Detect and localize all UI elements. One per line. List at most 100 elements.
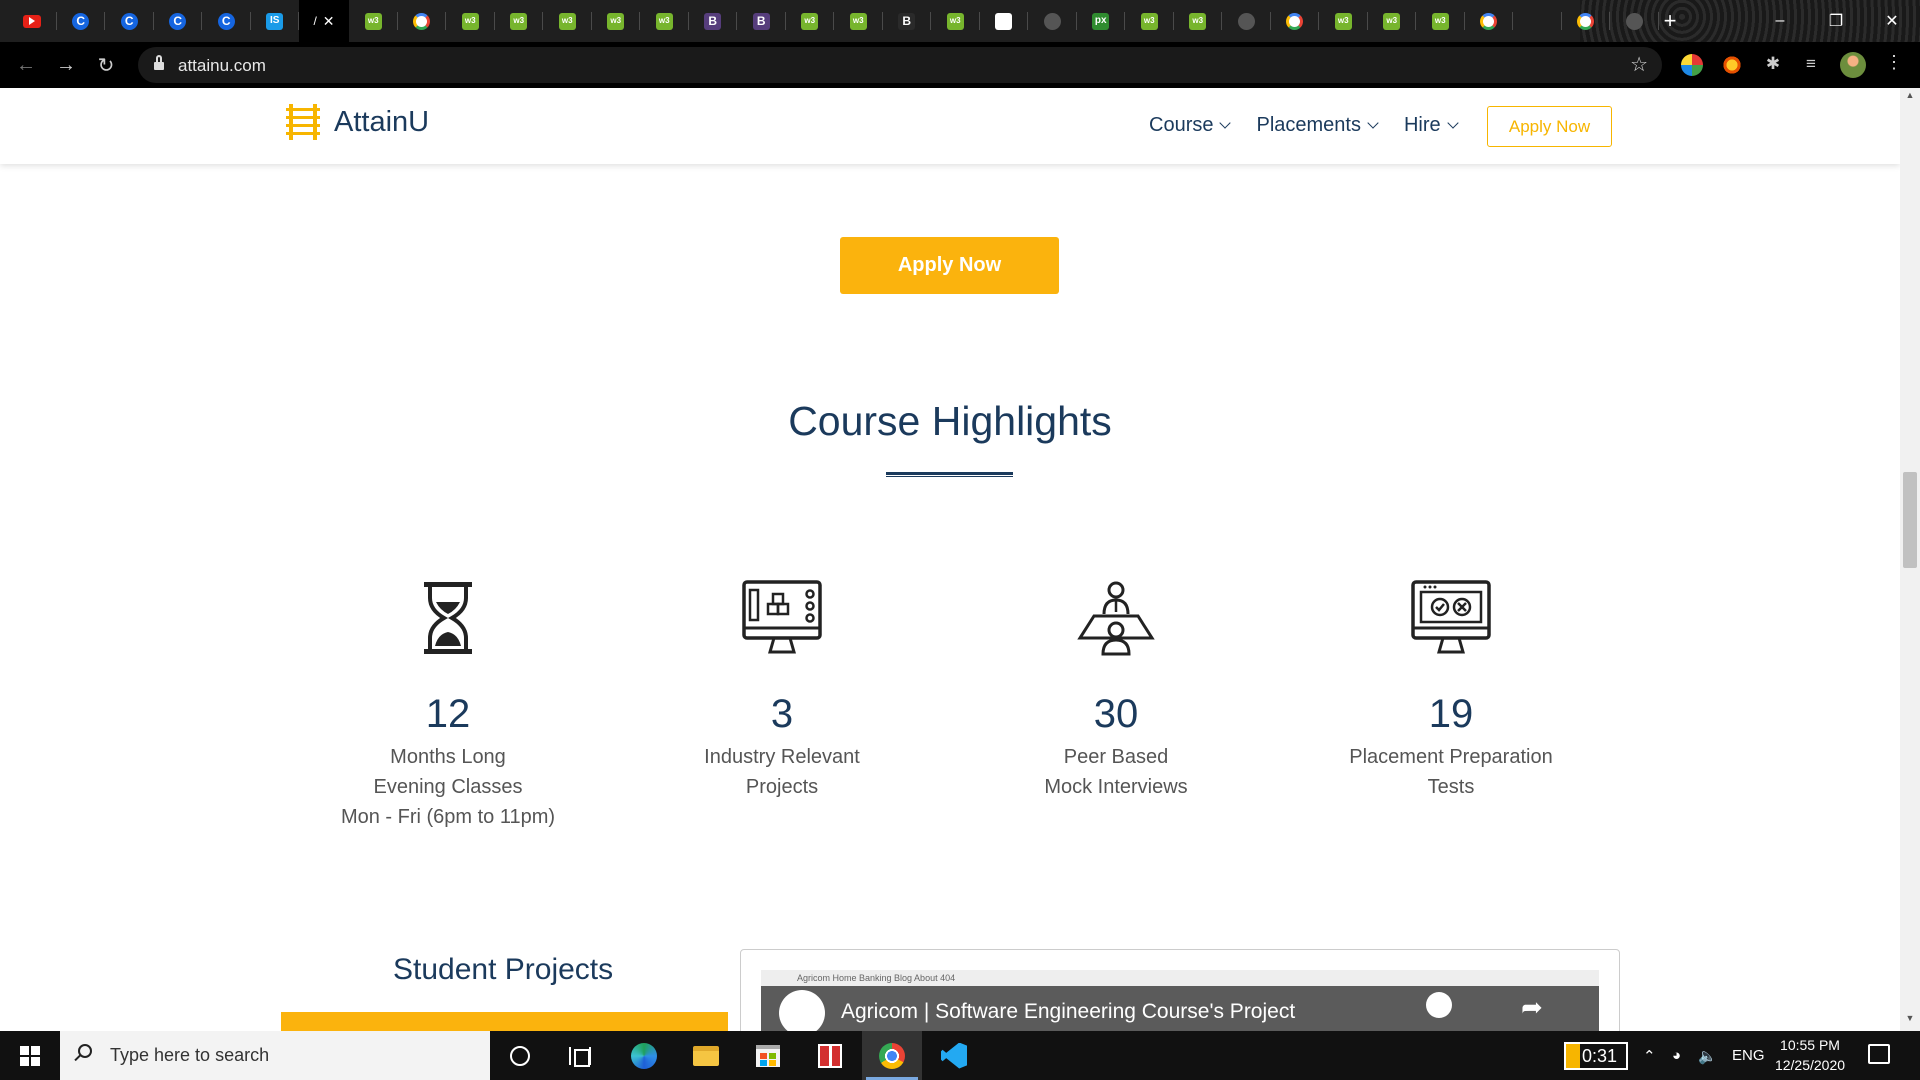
page-scrollbar[interactable]: ▲ ▼	[1900, 88, 1920, 1031]
browser-tab[interactable]: B	[737, 0, 786, 42]
browser-toolbar: ← → ↻ attainu.com ☆ ✱ ≡ ⋮	[0, 42, 1920, 88]
browser-tab[interactable]	[1465, 0, 1514, 42]
extension-color-icon[interactable]	[1681, 54, 1703, 76]
vscode-taskbar-button[interactable]	[924, 1031, 984, 1080]
network-button[interactable]: ◕	[1672, 1031, 1681, 1080]
browser-tab[interactable]: C	[202, 0, 251, 42]
browser-tab[interactable]: w3	[1368, 0, 1417, 42]
stat-line: Industry Relevant	[704, 746, 860, 768]
restore-button[interactable]: ❐	[1808, 0, 1864, 42]
show-hidden-icons[interactable]: ⌃	[1643, 1031, 1656, 1080]
url-text: attainu.com	[178, 56, 266, 75]
browser-tab[interactable]: w3	[349, 0, 398, 42]
battery-fill	[1566, 1044, 1580, 1068]
browser-tab[interactable]: w3	[446, 0, 495, 42]
browser-tab[interactable]: w3	[1319, 0, 1368, 42]
task-view-button[interactable]	[550, 1031, 610, 1080]
back-button[interactable]: ←	[10, 49, 42, 81]
browser-tab[interactable]: w3	[1125, 0, 1174, 42]
profile-avatar[interactable]	[1840, 52, 1866, 78]
browser-tab[interactable]: B	[689, 0, 738, 42]
chrome-taskbar-button[interactable]	[862, 1031, 922, 1080]
google-icon	[1577, 12, 1595, 30]
more-menu-icon[interactable]: ⋮	[1885, 52, 1903, 73]
attainu-logo-icon[interactable]	[286, 104, 320, 140]
browser-tab[interactable]: px	[1077, 0, 1126, 42]
volume-button[interactable]: 🔈	[1698, 1031, 1717, 1080]
close-window-button[interactable]: ✕	[1864, 0, 1920, 42]
video-player[interactable]: Agricom Home Banking Blog About 404 Agri…	[761, 970, 1599, 1031]
nav-hire[interactable]: Hire	[1404, 114, 1459, 137]
stat-line: Months Long	[390, 746, 506, 768]
browser-tab[interactable]: w3	[543, 0, 592, 42]
scroll-down-arrow-icon[interactable]: ▼	[1900, 1013, 1920, 1029]
browser-tab[interactable]: C	[105, 0, 154, 42]
video-title[interactable]: Agricom | Software Engineering Course's …	[841, 1000, 1295, 1024]
scroll-thumb[interactable]	[1903, 472, 1917, 568]
browser-tab[interactable]: w3	[786, 0, 835, 42]
close-tab-icon[interactable]: ✕	[323, 13, 335, 30]
reload-button[interactable]: ↻	[90, 49, 122, 81]
browser-tab[interactable]: C	[57, 0, 106, 42]
browser-tab[interactable]	[1513, 0, 1562, 42]
browser-tab[interactable]	[1271, 0, 1320, 42]
attainu-icon: /	[313, 14, 317, 28]
project-tab-bar[interactable]	[281, 1012, 728, 1031]
reload-icon: ↻	[97, 54, 115, 77]
taskbar-search[interactable]: Type here to search	[60, 1031, 490, 1080]
browser-tab[interactable]	[1610, 0, 1659, 42]
apply-now-button[interactable]: Apply Now	[840, 237, 1059, 294]
w3schools-icon: w3	[364, 12, 382, 30]
reading-list-icon[interactable]: ≡	[1800, 54, 1822, 76]
share-icon[interactable]: ➦	[1521, 992, 1543, 1023]
browser-tab[interactable]: w3	[495, 0, 544, 42]
browser-tab[interactable]	[1562, 0, 1611, 42]
scroll-up-arrow-icon[interactable]: ▲	[1900, 90, 1920, 106]
start-button[interactable]	[0, 1031, 60, 1080]
header-apply-button[interactable]: Apply Now	[1487, 106, 1612, 147]
store-taskbar-button[interactable]	[738, 1031, 798, 1080]
browser-tab[interactable]: w3	[1416, 0, 1465, 42]
channel-logo[interactable]	[779, 990, 825, 1031]
w3schools-icon: w3	[849, 12, 867, 30]
c-icon: C	[169, 12, 187, 30]
lock-icon	[154, 55, 164, 71]
edge-taskbar-button[interactable]	[614, 1031, 674, 1080]
extension-sun-icon[interactable]	[1721, 54, 1743, 76]
browser-tab[interactable]	[1222, 0, 1271, 42]
nav-course[interactable]: Course	[1149, 114, 1232, 137]
new-tab-button[interactable]: +	[1655, 0, 1685, 42]
browser-tab[interactable]	[980, 0, 1029, 42]
gift-taskbar-button[interactable]	[800, 1031, 860, 1080]
notification-icon[interactable]	[1868, 1044, 1890, 1064]
cortana-button[interactable]	[490, 1031, 550, 1080]
browser-tab[interactable]	[8, 0, 57, 42]
taskbar-clock[interactable]: 10:55 PM 12/25/2020	[1760, 1035, 1860, 1075]
address-bar[interactable]: attainu.com ☆	[138, 47, 1662, 83]
browser-tab[interactable]: w3	[592, 0, 641, 42]
site-header: AttainU Course Placements Hire Apply Now	[0, 88, 1900, 164]
brand-name[interactable]: AttainU	[334, 106, 429, 139]
browser-tab[interactable]: B	[883, 0, 932, 42]
browser-tab[interactable]: w3	[834, 0, 883, 42]
bootstrap-icon: B	[752, 12, 770, 30]
browser-tab[interactable]: w3	[640, 0, 689, 42]
browser-tab[interactable]: IS	[251, 0, 300, 42]
w3schools-icon: w3	[1383, 12, 1401, 30]
bookmark-star-icon[interactable]: ☆	[1630, 52, 1648, 77]
battery-timer[interactable]: 0:31	[1564, 1042, 1628, 1070]
minimize-button[interactable]: –	[1752, 0, 1808, 42]
nav-placements[interactable]: Placements	[1256, 114, 1379, 137]
monitor-projects-icon	[742, 580, 822, 654]
extensions-puzzle-icon[interactable]: ✱	[1762, 54, 1784, 76]
watch-later-icon[interactable]	[1426, 992, 1452, 1018]
forward-button[interactable]: →	[50, 49, 82, 81]
browser-tab[interactable]	[1028, 0, 1077, 42]
tab-active[interactable]: / ✕	[299, 0, 349, 42]
browser-tab[interactable]: w3	[1174, 0, 1223, 42]
browser-tab[interactable]	[398, 0, 447, 42]
browser-tab[interactable]: C	[154, 0, 203, 42]
w3schools-icon: w3	[801, 12, 819, 30]
browser-tab[interactable]: w3	[931, 0, 980, 42]
explorer-taskbar-button[interactable]	[676, 1031, 736, 1080]
